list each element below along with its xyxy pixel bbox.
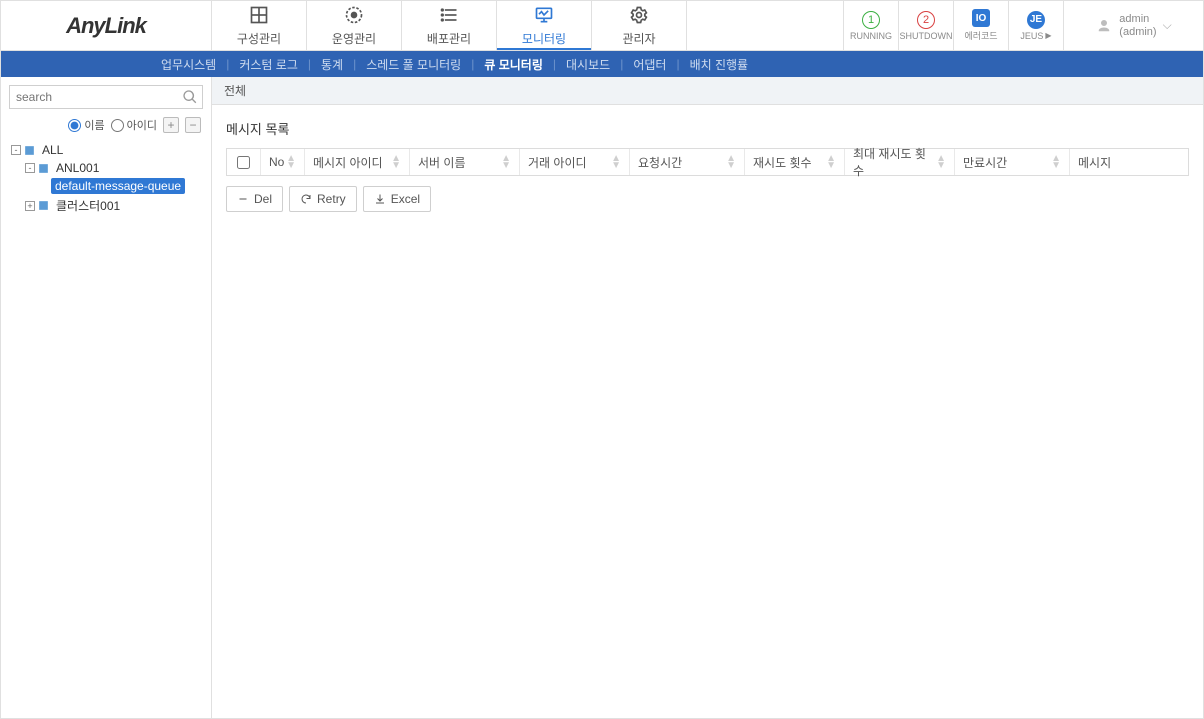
list-icon: [439, 5, 459, 28]
subnav-threadpool[interactable]: 스레드 풀 모니터링: [356, 56, 471, 73]
radio-id[interactable]: 아이디: [111, 117, 157, 133]
sort-icon: ▲▼: [726, 155, 736, 169]
nav-operation[interactable]: 운영관리: [307, 1, 402, 50]
chevron-down-icon: ⌵: [1163, 18, 1172, 33]
nav-config[interactable]: 구성관리: [212, 1, 307, 50]
jeus-icon: JE: [1027, 11, 1045, 29]
status-running[interactable]: 1 RUNNING: [843, 1, 898, 50]
col-msgid[interactable]: 메시지 아이디▲▼: [305, 149, 410, 175]
main-content: 전체 메시지 목록 No▲▼ 메시지 아이디▲▼ 서버 이름▲▼ 거래 아이디▲…: [212, 77, 1203, 718]
excel-button[interactable]: Excel: [363, 186, 431, 212]
status-errorcode[interactable]: IO 에러코드: [953, 1, 1008, 50]
expand-button[interactable]: +: [163, 117, 179, 133]
user-menu[interactable]: admin(admin) ⌵: [1063, 1, 1203, 50]
tree-cluster001[interactable]: + 클러스터001: [25, 195, 203, 216]
play-icon: ▶: [1045, 31, 1051, 40]
col-msg[interactable]: 메시지: [1070, 149, 1188, 175]
refresh-icon: [300, 193, 312, 205]
search-icon[interactable]: [182, 89, 198, 105]
status-shutdown[interactable]: 2 SHUTDOWN: [898, 1, 953, 50]
filter-row: 이름 아이디 + −: [9, 117, 201, 133]
subnav-stats[interactable]: 통계: [311, 56, 353, 73]
col-txid[interactable]: 거래 아이디▲▼: [520, 149, 630, 175]
download-icon: [374, 193, 386, 205]
grid-icon: [249, 5, 269, 28]
col-retry[interactable]: 재시도 횟수▲▼: [745, 149, 845, 175]
col-reqtime[interactable]: 요청시간▲▼: [630, 149, 745, 175]
collapse-button[interactable]: −: [185, 117, 201, 133]
subnav-customlog[interactable]: 커스텀 로그: [229, 56, 308, 73]
tree-root[interactable]: - ALL: [11, 141, 203, 159]
cluster-icon: [37, 199, 50, 212]
io-icon: IO: [972, 9, 990, 27]
brand-logo: AnyLink: [1, 1, 212, 50]
app-header: AnyLink 구성관리 운영관리 배포관리 모니터링 관리자 1 RUNNIN…: [1, 1, 1203, 51]
server-icon: [37, 162, 50, 175]
nav-admin[interactable]: 관리자: [592, 1, 687, 50]
db-icon: [23, 144, 36, 157]
subnav-adapter[interactable]: 어댑터: [623, 56, 676, 73]
section-title: 메시지 목록: [212, 105, 1203, 148]
gear-icon: [629, 5, 649, 28]
sort-icon: ▲▼: [611, 155, 621, 169]
toggle-icon[interactable]: +: [25, 201, 35, 211]
running-count: 1: [862, 11, 880, 29]
tree-default-queue[interactable]: default-message-queue: [39, 177, 203, 195]
sidebar: 이름 아이디 + − - ALL -: [1, 77, 212, 718]
subnav-dashboard[interactable]: 대시보드: [556, 56, 620, 73]
search-box: [9, 85, 203, 109]
nav-monitoring[interactable]: 모니터링: [497, 1, 592, 50]
tree-view: - ALL - ANL001: [9, 141, 203, 216]
status-bar: 1 RUNNING 2 SHUTDOWN IO 에러코드 JE JEUS▶ ad…: [843, 1, 1203, 50]
col-no[interactable]: No▲▼: [261, 149, 305, 175]
col-server[interactable]: 서버 이름▲▼: [410, 149, 520, 175]
sub-nav: 업무시스템| 커스텀 로그| 통계| 스레드 풀 모니터링| 큐 모니터링| 대…: [1, 51, 1203, 77]
action-buttons: Del Retry Excel: [212, 176, 1203, 222]
status-jeus[interactable]: JE JEUS▶: [1008, 1, 1063, 50]
toggle-icon[interactable]: -: [11, 145, 21, 155]
minus-icon: [237, 193, 249, 205]
sort-icon: ▲▼: [936, 155, 946, 169]
sort-icon: ▲▼: [826, 155, 836, 169]
shutdown-count: 2: [917, 11, 935, 29]
target-icon: [344, 5, 364, 28]
subnav-biz[interactable]: 업무시스템: [151, 56, 226, 73]
sort-icon: ▲▼: [391, 155, 401, 169]
breadcrumb: 전체: [212, 77, 1203, 105]
monitor-icon: [534, 5, 554, 28]
main-nav: 구성관리 운영관리 배포관리 모니터링 관리자: [212, 1, 687, 50]
search-input[interactable]: [10, 86, 202, 108]
col-checkbox: [227, 149, 261, 175]
retry-button[interactable]: Retry: [289, 186, 357, 212]
radio-name[interactable]: 이름: [68, 117, 104, 133]
sort-icon: ▲▼: [1051, 155, 1061, 169]
col-maxretry[interactable]: 최대 재시도 횟수▲▼: [845, 149, 955, 175]
subnav-batch[interactable]: 배치 진행률: [680, 56, 759, 73]
sort-icon: ▲▼: [501, 155, 511, 169]
del-button[interactable]: Del: [226, 186, 283, 212]
subnav-queue[interactable]: 큐 모니터링: [474, 56, 553, 73]
tree-anl001[interactable]: - ANL001: [25, 159, 203, 177]
nav-deploy[interactable]: 배포관리: [402, 1, 497, 50]
select-all-checkbox[interactable]: [237, 156, 250, 169]
toggle-icon[interactable]: -: [25, 163, 35, 173]
user-icon: [1095, 17, 1113, 35]
col-exptime[interactable]: 만료시간▲▼: [955, 149, 1070, 175]
sort-icon: ▲▼: [286, 155, 296, 169]
table-header: No▲▼ 메시지 아이디▲▼ 서버 이름▲▼ 거래 아이디▲▼ 요청시간▲▼ 재…: [226, 148, 1189, 176]
